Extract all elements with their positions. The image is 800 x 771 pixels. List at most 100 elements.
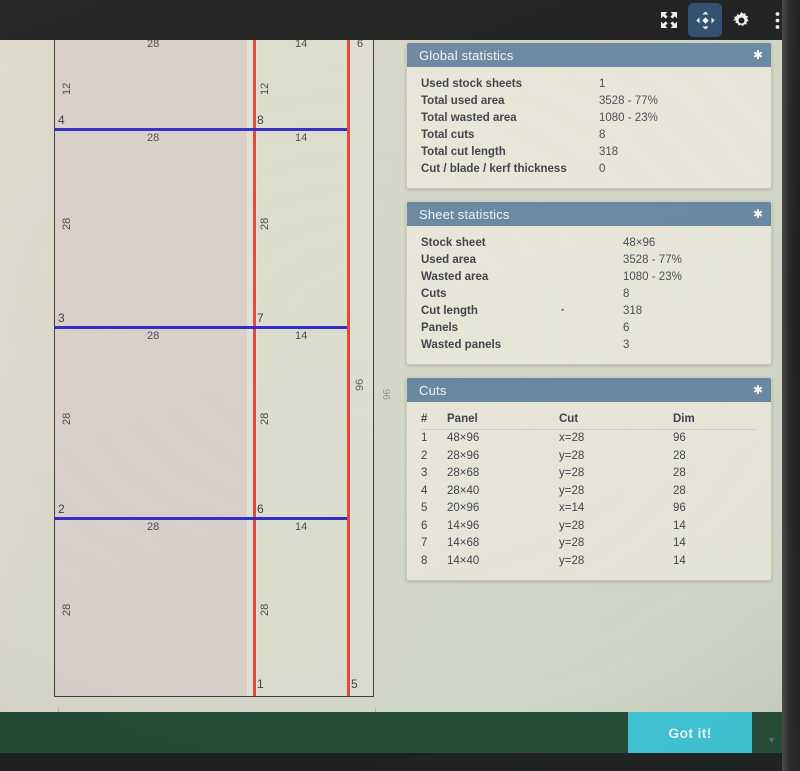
- global-statistics-body: Used stock sheets 1 Total used area 3528…: [407, 67, 771, 188]
- cell-panel: 28×40: [447, 484, 480, 497]
- stat-row: Used stock sheets 1: [421, 76, 757, 93]
- label-height-left-band2: 28: [61, 217, 73, 230]
- label-height-mid-top: 12: [259, 82, 271, 95]
- stat-row: Total used area 3528 - 77%: [421, 93, 757, 110]
- stat-key: Used area: [421, 254, 476, 266]
- stat-value: 318: [561, 302, 757, 320]
- cell-cut: y=28: [559, 484, 585, 497]
- stock-sheet-outline: 28 14 6 12 12 4 8 28 14 28 28 3 7 28 14 …: [54, 32, 374, 697]
- stat-row: Cut / blade / kerf thickness 0: [421, 161, 757, 178]
- cell-panel: 20×96: [447, 502, 480, 514]
- cell-dim: 28: [673, 484, 686, 497]
- stat-value: 8: [623, 288, 630, 300]
- stat-key: Used stock sheets: [421, 78, 522, 90]
- cell-dim: 96: [673, 502, 686, 514]
- stat-key: Total used area: [421, 95, 505, 107]
- label-width-mid-band3: 14: [295, 330, 308, 342]
- horizontal-cut-3: [55, 517, 347, 520]
- toolbar-icon-group: [652, 3, 794, 37]
- label-width-left-band3: 28: [147, 330, 160, 342]
- cell-panel: 28×96: [447, 449, 480, 462]
- sheet-statistics-header[interactable]: Sheet statistics ✱: [407, 202, 771, 226]
- cuts-title: Cuts: [419, 382, 447, 398]
- stat-row: Total cuts 8: [421, 127, 757, 144]
- fullscreen-icon[interactable]: [652, 3, 686, 37]
- cutting-diagram[interactable]: 28 14 6 12 12 4 8 28 14 28 28 3 7 28 14 …: [42, 28, 393, 728]
- cuts-header[interactable]: Cuts ✱: [407, 378, 771, 402]
- label-height-left-band4: 28: [61, 603, 73, 616]
- cell-number: 5: [421, 502, 428, 514]
- vertical-cut-x28: [253, 33, 256, 696]
- stat-value: 3528 - 77%: [623, 254, 682, 266]
- table-row[interactable]: 8 14×40 y=28 14: [421, 553, 757, 571]
- cell-number: 1: [421, 432, 428, 444]
- cell-dim: 96: [673, 432, 686, 444]
- label-width-left-top: 28: [147, 38, 160, 50]
- panel-index-4: 4: [58, 113, 65, 127]
- table-row[interactable]: 2 28×96 y=28 28: [421, 448, 757, 466]
- scroll-down-icon[interactable]: ▼: [767, 735, 776, 745]
- table-row[interactable]: 5 20×96 x=14 96: [421, 500, 757, 518]
- chevron-down-icon[interactable]: ✱: [753, 49, 763, 61]
- stat-value: 3528 - 77%: [599, 95, 658, 107]
- label-sheet-inner-height: 96: [354, 378, 366, 391]
- cell-number: 3: [421, 467, 428, 479]
- pan-move-icon[interactable]: [688, 3, 722, 37]
- stat-key: Panels: [421, 322, 459, 334]
- cell-panel: 28×68: [447, 467, 480, 479]
- stat-key: Cut / blade / kerf thickness: [421, 163, 567, 175]
- column-header-number: #: [421, 411, 447, 430]
- got-it-button[interactable]: Got it!: [628, 712, 752, 753]
- stat-row: Used area 3528 - 77%: [421, 252, 757, 269]
- table-header-row: # Panel Cut Dim: [421, 411, 757, 430]
- global-statistics-header[interactable]: Global statistics ✱: [407, 43, 771, 67]
- stat-row: Total cut length 318: [421, 144, 757, 161]
- table-row[interactable]: 4 28×40 y=28 28: [421, 483, 757, 501]
- label-height-left-top: 12: [61, 82, 73, 95]
- chevron-down-icon[interactable]: ✱: [753, 384, 763, 396]
- table-row[interactable]: 6 14×96 y=28 14: [421, 518, 757, 536]
- cell-dim: 14: [673, 537, 686, 549]
- panel-index-2: 2: [58, 502, 65, 516]
- statistics-panel-stack: Global statistics ✱ Used stock sheets 1 …: [406, 42, 772, 593]
- stat-key: Stock sheet: [421, 237, 486, 249]
- panel-index-8: 8: [257, 113, 264, 127]
- cuts-panel: Cuts ✱ # Panel Cut Dim 1 48×96 x=28 96 2…: [406, 377, 772, 581]
- cuts-table: # Panel Cut Dim 1 48×96 x=28 96 2 28×96 …: [421, 411, 757, 570]
- table-row[interactable]: 1 48×96 x=28 96: [421, 430, 757, 448]
- stat-row: Wasted panels 3: [421, 337, 757, 354]
- horizontal-cut-2: [55, 326, 347, 329]
- panel-index-3: 3: [58, 311, 65, 325]
- stat-key: Cut length: [421, 305, 478, 317]
- label-height-mid-band2: 28: [259, 217, 271, 230]
- horizontal-cut-1: [55, 128, 347, 131]
- stat-row: Cuts 8: [421, 286, 757, 303]
- label-height-mid-band4: 28: [259, 603, 271, 616]
- device-bezel: [782, 0, 800, 771]
- stat-row: Total wasted area 1080 - 23%: [421, 110, 757, 127]
- stat-value: 48×96: [623, 237, 656, 249]
- table-row[interactable]: 3 28×68 y=28 28: [421, 465, 757, 483]
- stat-value: 1: [599, 78, 606, 90]
- label-width-left-band2: 28: [147, 132, 160, 144]
- cell-panel: 14×68: [447, 537, 480, 549]
- vertical-cut-x14: [347, 33, 350, 696]
- stat-key: Wasted area: [421, 271, 489, 283]
- gear-icon[interactable]: [724, 3, 758, 37]
- cell-cut: y=28: [559, 449, 585, 462]
- cell-cut: y=28: [559, 537, 585, 549]
- stat-row: Stock sheet 48×96: [421, 235, 757, 252]
- sheet-statistics-title: Sheet statistics: [419, 206, 510, 222]
- stat-value: 6: [623, 322, 630, 334]
- label-width-left-band4: 28: [147, 521, 160, 533]
- chevron-down-icon[interactable]: ✱: [753, 208, 763, 220]
- table-row[interactable]: 7 14×68 y=28 14: [421, 535, 757, 553]
- cell-number: 7: [421, 537, 428, 549]
- column-header-cut: Cut: [551, 411, 663, 430]
- cell-cut: x=14: [559, 502, 585, 514]
- stat-key: Total cut length: [421, 146, 506, 158]
- cell-dim: 14: [673, 519, 686, 532]
- cell-cut: y=28: [559, 519, 585, 532]
- stat-row: Wasted area 1080 - 23%: [421, 269, 757, 286]
- cell-dim: 14: [673, 554, 686, 567]
